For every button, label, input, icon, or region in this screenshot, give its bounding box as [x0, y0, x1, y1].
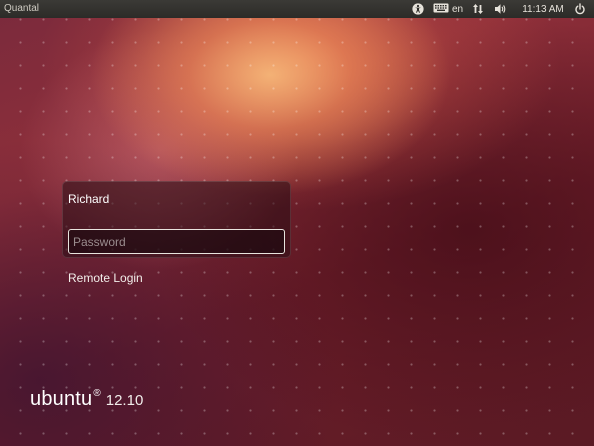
network-icon[interactable] [469, 0, 487, 18]
keyboard-indicator[interactable]: en [430, 0, 466, 18]
sound-icon[interactable] [492, 0, 508, 18]
keyboard-icon [433, 3, 449, 16]
ubuntu-logo: ubuntu ® 12.10 [30, 388, 143, 411]
registered-mark: ® [93, 388, 101, 399]
login-screen: Quantal en 11:13 AM Richard Remote Login… [0, 0, 594, 446]
top-panel: Quantal en 11:13 AM [0, 0, 594, 18]
clock-label: 11:13 AM [522, 3, 564, 15]
clock-indicator[interactable]: 11:13 AM [518, 0, 568, 18]
remote-login-button[interactable]: Remote Login [68, 271, 143, 285]
user-name-label[interactable]: Richard [68, 192, 109, 206]
login-box: Richard [62, 181, 291, 258]
brand-wordmark: ubuntu [30, 388, 93, 410]
power-icon[interactable] [572, 0, 588, 18]
accessibility-icon[interactable] [410, 0, 426, 18]
version-label: 12.10 [105, 392, 144, 409]
hostname-label: Quantal [4, 3, 40, 14]
password-field[interactable] [68, 229, 285, 254]
keyboard-layout-label: en [451, 3, 464, 15]
